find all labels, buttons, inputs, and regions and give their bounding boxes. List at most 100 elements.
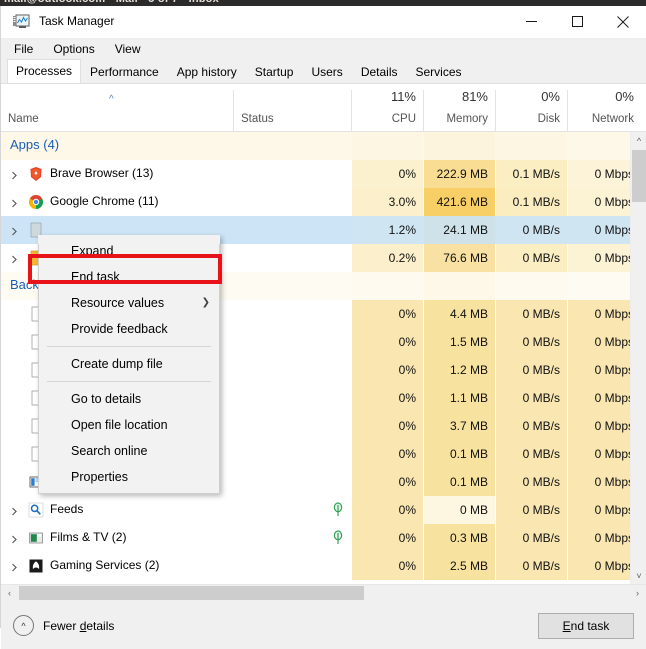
cell-cpu: 0% <box>352 384 423 412</box>
cell-memory: 1.1 MB <box>424 384 495 412</box>
process-name: Brave Browser (13) <box>50 166 153 180</box>
context-menu-separator <box>47 346 211 347</box>
cell-memory: 1.2 MB <box>424 356 495 384</box>
table-row[interactable]: Brave Browser (13) 0% 222.9 MB 0.1 MB/s … <box>1 160 631 188</box>
context-menu-item-label: Resource values <box>71 296 164 310</box>
cell-cpu: 0% <box>352 552 423 580</box>
expand-chevron-icon[interactable] <box>10 197 19 206</box>
fewer-details-label: Fewer details <box>43 619 114 633</box>
task-manager-icon <box>13 14 30 30</box>
table-row[interactable]: Google Chrome (11) 3.0% 421.6 MB 0.1 MB/… <box>1 188 631 216</box>
background-window-title: mail@outlook.com - Mail - 5 of 7 - Inbox <box>4 0 219 5</box>
expand-chevron-icon[interactable] <box>10 561 19 570</box>
gaming-services-icon <box>28 558 44 574</box>
expand-chevron-icon[interactable] <box>10 533 19 542</box>
cell-memory: 222.9 MB <box>424 160 495 188</box>
cell-cpu: 0% <box>352 468 423 496</box>
horizontal-scrollbar[interactable]: ‹ › <box>1 584 646 601</box>
table-row[interactable]: Feeds 0% 0 MB 0 MB/s 0 Mbps <box>1 496 631 524</box>
fewer-details-button[interactable]: ^ Fewer details <box>13 615 114 636</box>
table-row[interactable]: Gaming Services (2) 0% 2.5 MB 0 MB/s 0 M… <box>1 552 631 580</box>
cell-memory: 76.6 MB <box>424 244 495 272</box>
tab-users[interactable]: Users <box>302 60 351 83</box>
table-row[interactable]: Films & TV (2) 0% 0.3 MB 0 MB/s 0 Mbps <box>1 524 631 552</box>
column-header-memory[interactable]: 81% Memory <box>424 84 495 131</box>
cell-cpu: 1.2% <box>352 216 423 244</box>
cell-memory: 0 MB <box>424 496 495 524</box>
expand-chevron-icon[interactable] <box>10 253 19 262</box>
tab-startup[interactable]: Startup <box>246 60 303 83</box>
cell-disk: 0 MB/s <box>496 356 567 384</box>
chevron-up-icon: ^ <box>13 615 34 636</box>
close-icon <box>617 16 629 28</box>
cell-disk: 0 MB/s <box>496 524 567 552</box>
cell-cpu: 0% <box>352 412 423 440</box>
context-menu-item-properties[interactable]: Properties <box>39 464 219 490</box>
context-menu-item-provide-feedback[interactable]: Provide feedback <box>39 316 219 342</box>
cell-cpu: 0% <box>352 300 423 328</box>
tab-app-history[interactable]: App history <box>168 60 246 83</box>
scroll-down-button[interactable]: ˅ <box>631 567 646 584</box>
column-header-status[interactable]: Status <box>234 84 351 131</box>
horizontal-scrollbar-thumb[interactable] <box>19 586 364 600</box>
list-group-header[interactable]: Apps (4) <box>1 132 631 160</box>
feeds-icon <box>28 502 44 518</box>
cell-cpu: 0% <box>352 524 423 552</box>
minimize-icon <box>526 16 537 27</box>
cell-cpu: 3.0% <box>352 188 423 216</box>
context-menu-item-open-file-location[interactable]: Open file location <box>39 412 219 438</box>
tab-services[interactable]: Services <box>407 60 471 83</box>
efficiency-mode-leaf-icon <box>331 530 345 546</box>
title-bar: Task Manager <box>1 6 646 38</box>
tab-performance[interactable]: Performance <box>81 60 168 83</box>
cell-disk: 0 MB/s <box>496 244 567 272</box>
cell-memory: 4.4 MB <box>424 300 495 328</box>
minimize-button[interactable] <box>508 6 554 37</box>
scroll-right-button[interactable]: › <box>629 585 646 601</box>
column-header-disk[interactable]: 0% Disk <box>496 84 567 131</box>
cell-disk: 0 MB/s <box>496 300 567 328</box>
context-menu-item-resource-values[interactable]: Resource values ❯ <box>39 290 219 316</box>
column-header-name[interactable]: Name <box>1 84 233 131</box>
cell-disk: 0 MB/s <box>496 440 567 468</box>
context-menu-item-go-to-details[interactable]: Go to details <box>39 386 219 412</box>
menu-bar: File Options View <box>1 38 646 60</box>
window-controls <box>508 6 646 37</box>
context-menu-item-search-online[interactable]: Search online <box>39 438 219 464</box>
menu-file[interactable]: File <box>11 40 43 58</box>
menu-view[interactable]: View <box>105 40 151 58</box>
vertical-scrollbar[interactable]: ^ ˅ <box>630 132 646 584</box>
menu-options[interactable]: Options <box>43 40 104 58</box>
cell-disk: 0 MB/s <box>496 412 567 440</box>
close-button[interactable] <box>600 6 646 37</box>
expand-chevron-icon[interactable] <box>10 225 19 234</box>
cell-memory: 2.5 MB <box>424 552 495 580</box>
group-label: Apps (4) <box>10 137 59 152</box>
expand-chevron-icon[interactable] <box>10 169 19 178</box>
tab-processes[interactable]: Processes <box>7 59 81 83</box>
films-tv-icon <box>28 530 44 546</box>
column-header-network[interactable]: 0% Network <box>568 84 641 131</box>
tab-strip: Processes Performance App history Startu… <box>1 60 646 84</box>
cell-disk: 0 MB/s <box>496 384 567 412</box>
context-menu-separator <box>47 381 211 382</box>
scroll-left-button[interactable]: ‹ <box>1 585 18 601</box>
column-header-cpu[interactable]: 11% CPU <box>352 84 423 131</box>
cell-cpu: 0% <box>352 160 423 188</box>
context-menu-item-create-dump-file[interactable]: Create dump file <box>39 351 219 377</box>
cell-disk: 0.1 MB/s <box>496 188 567 216</box>
footer-bar: ^ Fewer details End task <box>1 601 646 649</box>
vertical-scrollbar-thumb[interactable] <box>632 150 646 202</box>
efficiency-mode-leaf-icon <box>331 502 345 518</box>
maximize-button[interactable] <box>554 6 600 37</box>
brave-icon <box>28 166 44 182</box>
cell-disk: 0 MB/s <box>496 216 567 244</box>
end-task-button[interactable]: End task <box>538 613 634 639</box>
cell-cpu: 0% <box>352 356 423 384</box>
scroll-up-button[interactable]: ^ <box>631 132 646 149</box>
cell-cpu: 0.2% <box>352 244 423 272</box>
tab-details[interactable]: Details <box>352 60 407 83</box>
column-header-row: ^ Name Status 11% CPU 81% Memory 0% Disk <box>1 84 646 132</box>
expand-chevron-icon[interactable] <box>10 505 19 514</box>
cell-disk: 0 MB/s <box>496 328 567 356</box>
